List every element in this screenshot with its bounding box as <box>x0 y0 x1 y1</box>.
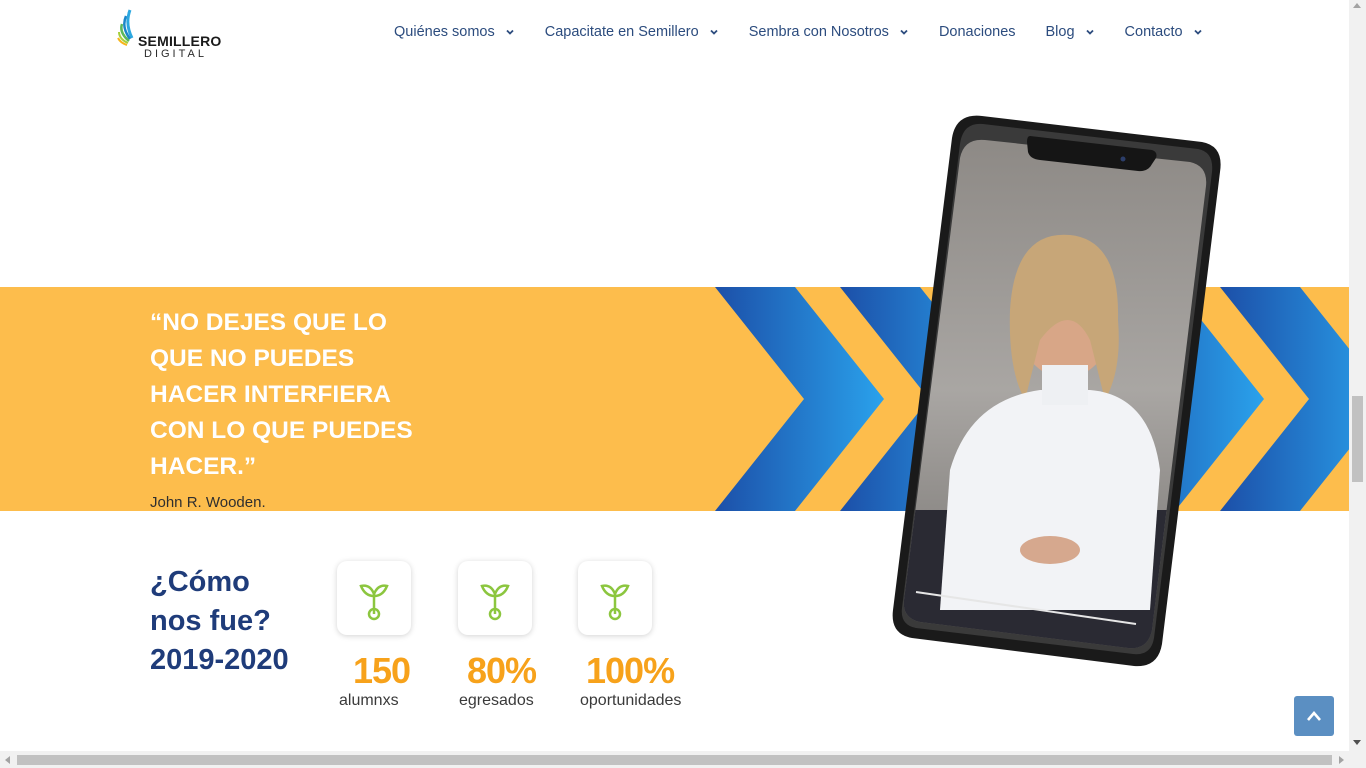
stat-label-alumnxs: alumnxs <box>339 692 399 709</box>
scroll-up-arrow-icon[interactable] <box>1353 3 1361 8</box>
nav-label: Blog <box>1045 24 1075 40</box>
chevron-down-icon <box>710 29 718 35</box>
logo-subtext: DIGITAL <box>144 48 207 60</box>
stats-title: ¿Cómo nos fue? 2019-2020 <box>150 563 289 680</box>
stat-card-egresados <box>458 561 532 635</box>
quote-author: John R. Wooden. <box>150 494 266 511</box>
site-header: SEMILLERO DIGITAL Quiénes somos Capacita… <box>0 0 1349 68</box>
quote-text: “No dejes que lo que no puedes hacer int… <box>150 309 413 480</box>
nav-blog[interactable]: Blog <box>1046 24 1095 40</box>
chevron-up-icon <box>1307 711 1321 721</box>
sprout-icon <box>480 584 510 621</box>
nav-label: Contacto <box>1124 24 1183 40</box>
scroll-right-arrow-icon[interactable] <box>1339 756 1344 764</box>
video-testimonial-image <box>892 115 1221 667</box>
stat-value-egresados: 80% <box>467 650 537 691</box>
vertical-scrollbar[interactable] <box>1349 0 1366 751</box>
stat-value-alumnxs: 150 <box>353 650 411 691</box>
sprout-icon <box>600 584 630 621</box>
nav-sembra[interactable]: Sembra con Nosotros <box>749 24 909 40</box>
nav-label: Sembra con Nosotros <box>748 24 889 40</box>
nav-label: Quiénes somos <box>394 24 495 40</box>
horizontal-scroll-thumb[interactable] <box>17 755 1332 765</box>
stat-card-alumnxs <box>337 561 411 635</box>
logo-text: SEMILLERO <box>138 33 222 49</box>
chevron-down-icon <box>506 29 514 35</box>
chevron-down-icon <box>1193 29 1202 35</box>
semillero-logo[interactable]: SEMILLERO DIGITAL <box>116 8 226 62</box>
stat-label-egresados: egresados <box>459 692 534 709</box>
chevron-down-icon <box>900 29 908 35</box>
horizontal-scrollbar[interactable] <box>0 751 1366 768</box>
nav-label: Donaciones <box>938 24 1016 40</box>
scroll-to-top-button[interactable] <box>1294 696 1334 736</box>
nav-label: Capacitate en Semillero <box>544 24 699 40</box>
scroll-down-arrow-icon[interactable] <box>1353 740 1361 745</box>
stat-value-oportunidades: 100% <box>586 650 675 691</box>
nav-donaciones[interactable]: Donaciones <box>939 24 1016 40</box>
stat-label-oportunidades: oportunidades <box>580 692 682 709</box>
chevron-down-icon <box>1085 29 1094 35</box>
stats-title-line: 2019-2020 <box>150 644 289 676</box>
stats-title-line: nos fue? <box>150 605 271 637</box>
nav-quienes-somos[interactable]: Quiénes somos <box>394 24 515 40</box>
stats-title-line: ¿Cómo <box>150 566 250 598</box>
vertical-scroll-thumb[interactable] <box>1352 396 1363 482</box>
nav-contacto[interactable]: Contacto <box>1125 24 1203 40</box>
phone-video[interactable] <box>890 110 1230 670</box>
stat-card-oportunidades <box>578 561 652 635</box>
nav-capacitate[interactable]: Capacitate en Semillero <box>545 24 719 40</box>
sprout-icon <box>359 584 389 621</box>
main-nav: Quiénes somos Capacitate en Semillero Se… <box>394 24 1233 40</box>
scroll-left-arrow-icon[interactable] <box>5 756 10 764</box>
